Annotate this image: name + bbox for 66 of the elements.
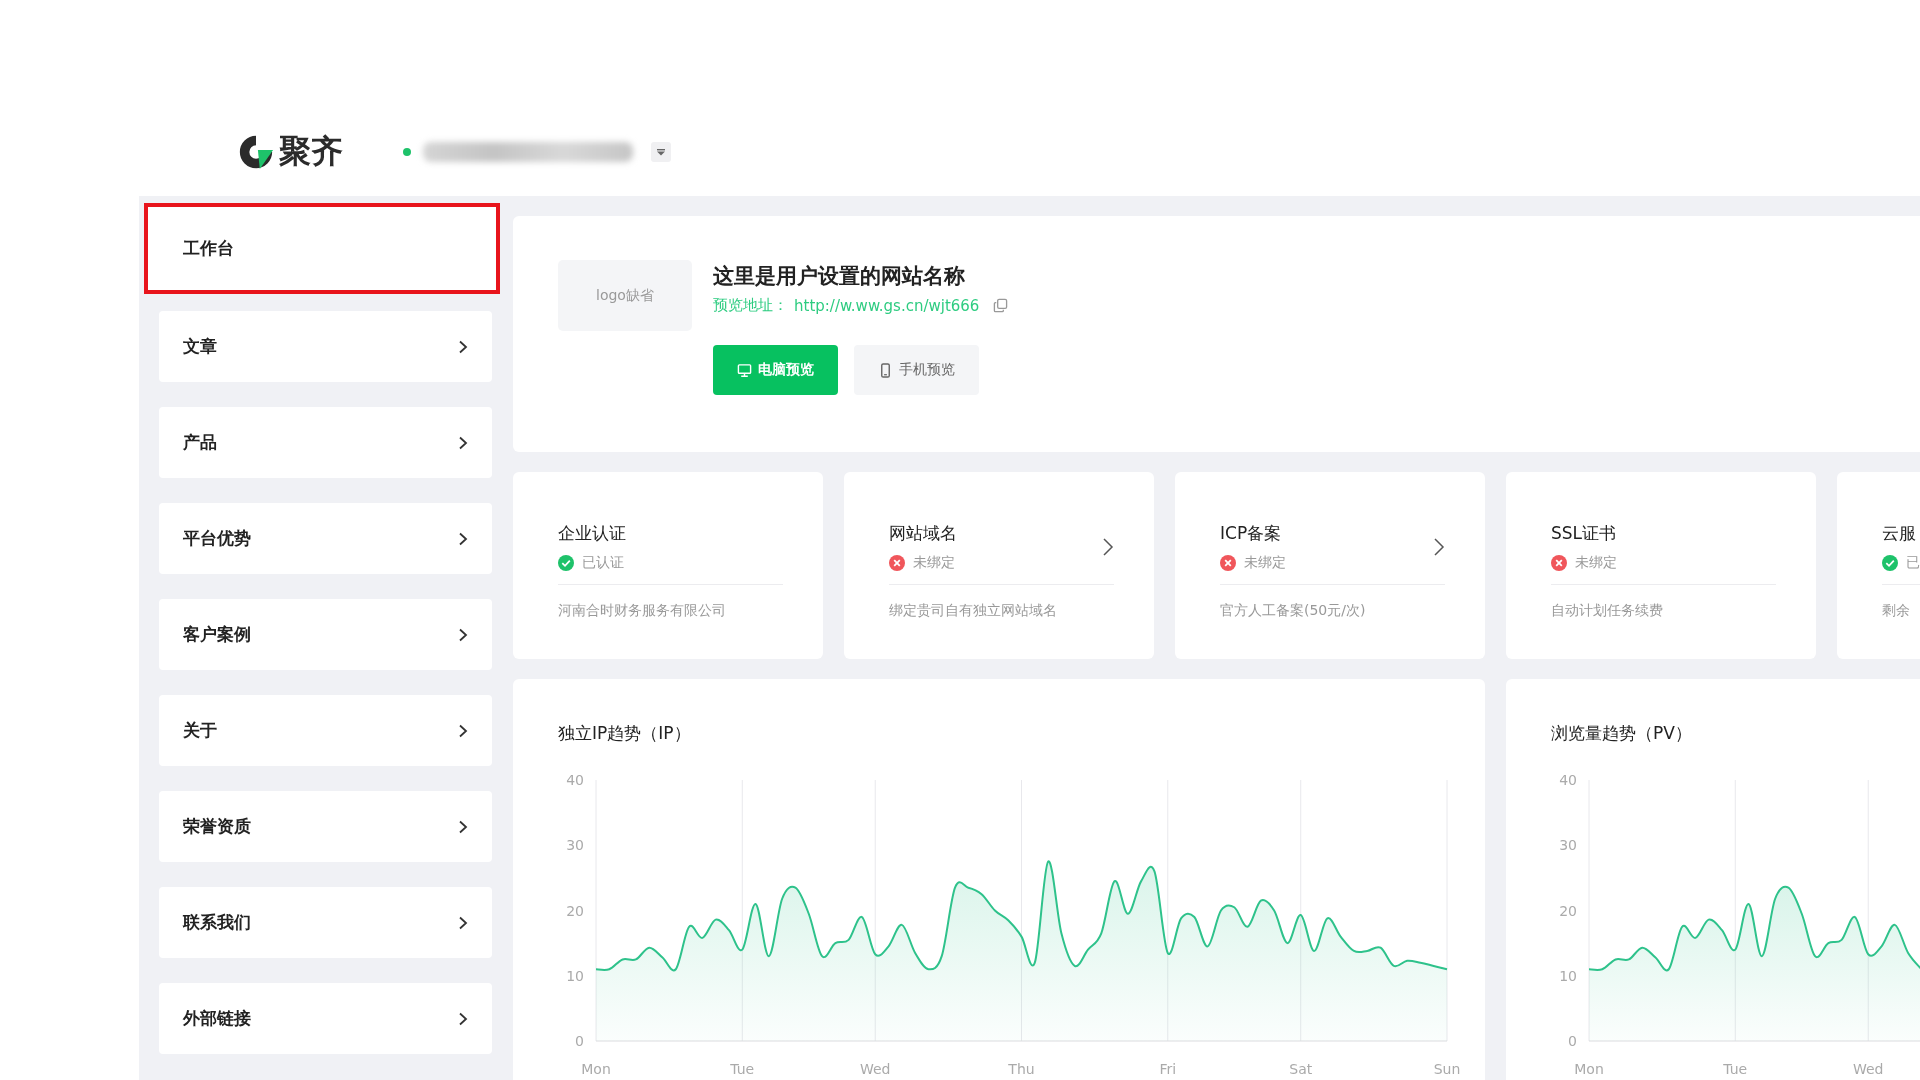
card-description: 剩余 <box>1882 602 1911 620</box>
logo-icon <box>237 133 275 171</box>
card-title: 网站域名 <box>889 522 957 545</box>
brand-name: 聚齐 <box>279 131 343 172</box>
chevron-right-icon <box>458 531 468 546</box>
card-title: SSL证书 <box>1551 522 1617 545</box>
axis-label: 30 <box>566 837 584 854</box>
chevron-right-icon <box>458 339 468 354</box>
copy-icon[interactable] <box>993 298 1009 313</box>
chevron-right-icon <box>458 723 468 738</box>
axis-label: 40 <box>566 772 584 788</box>
dropdown-icon[interactable] <box>651 142 671 162</box>
status-text: 未绑定 <box>913 554 955 572</box>
status-text: 已认证 <box>582 554 624 572</box>
card-description: 自动计划任务续费 <box>1551 602 1664 620</box>
axis-label: 30 <box>1559 837 1577 854</box>
status-text: 未绑定 <box>1244 554 1286 572</box>
chevron-right-icon <box>458 819 468 834</box>
monitor-icon <box>737 362 752 378</box>
sidebar-item[interactable]: 客户案例 <box>159 599 492 670</box>
status-text: 已 <box>1906 554 1920 572</box>
chevron-right-icon <box>458 915 468 930</box>
sidebar-item[interactable]: 外部链接 <box>159 983 492 1054</box>
sidebar-item[interactable]: 平台优势 <box>159 503 492 574</box>
axis-label: Sat <box>1289 1061 1313 1077</box>
sidebar-item[interactable]: 联系我们 <box>159 887 492 958</box>
chevron-right-icon <box>458 627 468 642</box>
card-description: 绑定贵司自有独立网站域名 <box>889 602 1058 620</box>
phone-icon <box>878 362 893 378</box>
axis-label: Fri <box>1159 1061 1177 1077</box>
axis-label: Mon <box>581 1061 611 1077</box>
site-name: 这里是用户设置的网站名称 <box>713 263 966 290</box>
preview-label: 预览地址： <box>713 296 788 315</box>
sidebar-item[interactable]: 文章 <box>159 311 492 382</box>
axis-label: 10 <box>1559 967 1577 984</box>
chevron-right-icon <box>458 1011 468 1026</box>
sidebar-item[interactable]: 工作台 <box>144 203 500 294</box>
axis-label: Wed <box>1852 1061 1884 1077</box>
axis-label: Sun <box>1433 1061 1461 1077</box>
card-description: 官方人工备案(50元/次) <box>1220 602 1367 620</box>
sidebar-item[interactable]: 荣誉资质 <box>159 791 492 862</box>
chevron-right-icon[interactable] <box>1102 537 1114 557</box>
axis-label: 20 <box>1559 902 1577 919</box>
axis-label: Tue <box>730 1061 755 1077</box>
axis-label: Wed <box>859 1061 891 1077</box>
axis-label: 40 <box>1559 772 1577 788</box>
card-description: 河南合时财务服务有限公司 <box>558 602 727 620</box>
mobile-preview-button[interactable]: 手机预览 <box>854 345 979 395</box>
chevron-right-icon <box>458 435 468 450</box>
sidebar-item[interactable]: 关于 <box>159 695 492 766</box>
axis-label: 10 <box>566 967 584 984</box>
card-title: ICP备案 <box>1220 522 1283 545</box>
status-text: 未绑定 <box>1575 554 1617 572</box>
axis-label: 20 <box>566 902 584 919</box>
chart-title: 浏览量趋势（PV） <box>1551 722 1693 745</box>
axis-label: Thu <box>1008 1061 1035 1077</box>
axis-label: Tue <box>1723 1061 1748 1077</box>
axis-label: 0 <box>575 1033 584 1049</box>
card-title: 企业认证 <box>558 522 626 545</box>
chevron-right-icon[interactable] <box>1433 537 1445 557</box>
sidebar-item[interactable]: 产品 <box>159 407 492 478</box>
axis-label: 0 <box>1568 1033 1577 1049</box>
chart-title: 独立IP趋势（IP） <box>558 722 692 745</box>
card-title: 云服 <box>1882 522 1917 545</box>
status-dot <box>403 148 411 156</box>
axis-label: Mon <box>1574 1061 1604 1077</box>
